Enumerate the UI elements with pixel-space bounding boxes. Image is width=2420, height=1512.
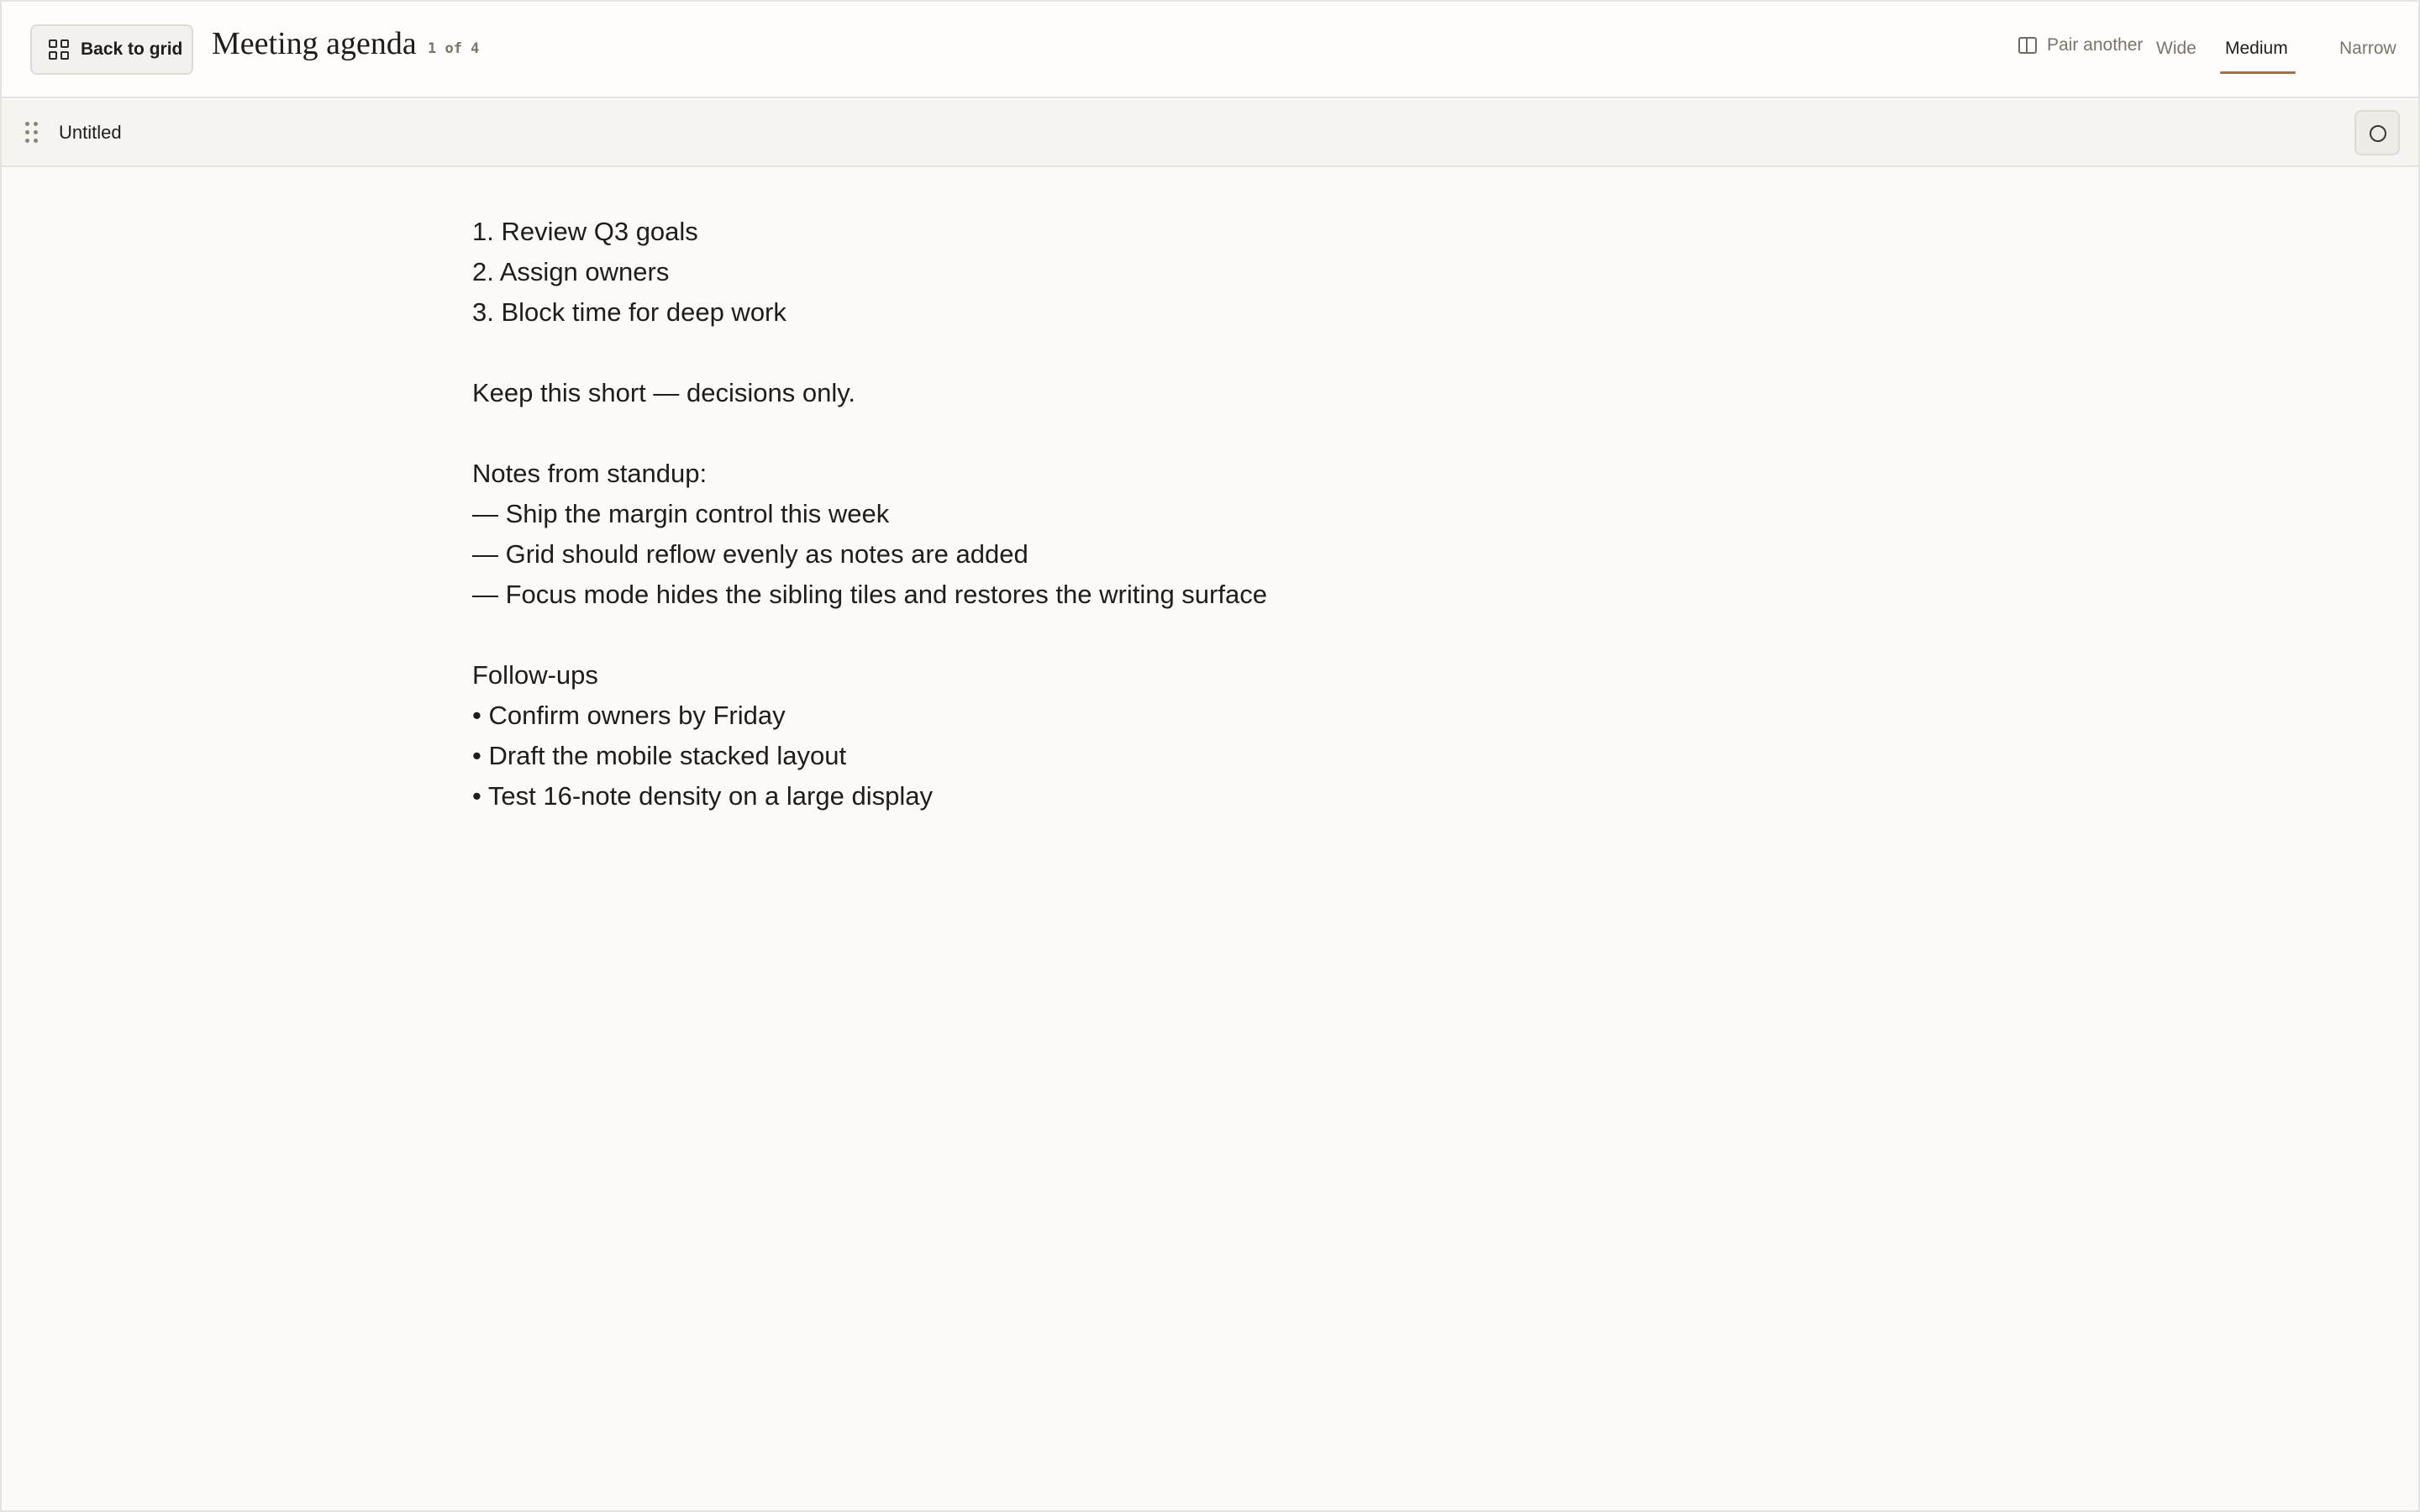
note-name[interactable]: Untitled bbox=[59, 122, 122, 144]
note-counter: 1 of 4 bbox=[428, 40, 480, 57]
note-line: Keep this short — decisions only. bbox=[472, 378, 856, 407]
focus-toggle-button[interactable] bbox=[2354, 110, 2400, 155]
width-option-wide[interactable]: Wide bbox=[2156, 39, 2196, 59]
note-line: 3. Block time for deep work bbox=[472, 297, 786, 327]
active-width-indicator bbox=[2220, 71, 2296, 74]
circle-icon bbox=[2370, 125, 2386, 142]
note-line: — Ship the margin control this week bbox=[472, 499, 890, 528]
note-line: — Grid should reflow evenly as notes are… bbox=[472, 539, 1028, 569]
grid-icon bbox=[49, 39, 69, 60]
top-header: Back to grid Meeting agenda 1 of 4 Pair … bbox=[2, 2, 2418, 98]
note-line: • Confirm owners by Friday bbox=[472, 701, 786, 730]
back-to-grid-button[interactable]: Back to grid bbox=[30, 24, 193, 75]
back-to-grid-label: Back to grid bbox=[81, 39, 183, 59]
note-line: 2. Assign owners bbox=[472, 257, 670, 286]
note-line: Notes from standup: bbox=[472, 459, 708, 488]
pair-another-label: Pair another bbox=[2047, 35, 2144, 55]
page-title: Meeting agenda bbox=[212, 26, 417, 61]
drag-handle-icon[interactable] bbox=[25, 122, 39, 144]
note-line: • Draft the mobile stacked layout bbox=[472, 741, 847, 770]
note-toolbar: Untitled bbox=[2, 100, 2418, 167]
note-editor[interactable]: 1. Review Q3 goals 2. Assign owners 3. B… bbox=[472, 212, 1951, 816]
note-line: 1. Review Q3 goals bbox=[472, 217, 698, 246]
width-option-narrow[interactable]: Narrow bbox=[2339, 39, 2396, 59]
note-line: Follow-ups bbox=[472, 660, 598, 690]
split-view-icon bbox=[2018, 37, 2037, 54]
pair-another-button[interactable]: Pair another bbox=[2018, 35, 2143, 55]
width-option-medium[interactable]: Medium bbox=[2225, 39, 2288, 59]
note-line: — Focus mode hides the sibling tiles and… bbox=[472, 580, 1267, 609]
note-line: • Test 16-note density on a large displa… bbox=[472, 781, 933, 811]
note-focus-view: Back to grid Meeting agenda 1 of 4 Pair … bbox=[0, 0, 2420, 1512]
